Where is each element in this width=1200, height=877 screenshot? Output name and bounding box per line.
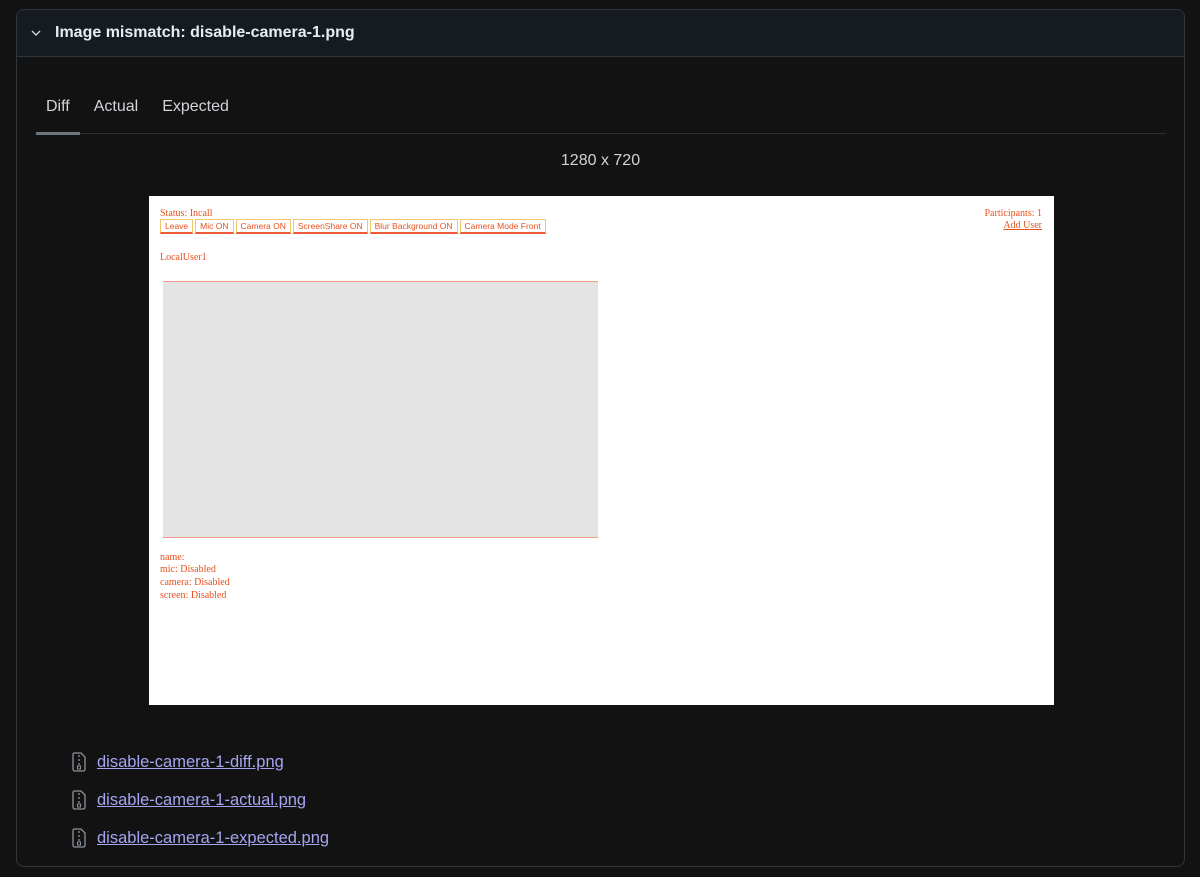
chevron-down-icon[interactable]	[29, 26, 43, 40]
blur-background-button: Blur Background ON	[369, 219, 458, 234]
panel-title: Image mismatch: disable-camera-1.png	[55, 24, 355, 41]
video-placeholder	[163, 281, 598, 538]
attachment-item: disable-camera-1-diff.png	[71, 743, 329, 781]
file-zip-icon	[71, 790, 87, 810]
info-mic: mic: Disabled	[160, 564, 216, 575]
participants-count: Participants: 1	[984, 208, 1043, 219]
info-screen: screen: Disabled	[160, 590, 227, 601]
diff-image: Status: Incall Leave Mic ON Camera ON Sc…	[149, 196, 1054, 705]
tab-expected[interactable]: Expected	[152, 88, 239, 134]
attachment-link-actual[interactable]: disable-camera-1-actual.png	[97, 791, 306, 810]
status-text: Status: Incall	[160, 208, 213, 219]
camera-mode-button: Camera Mode Front	[459, 219, 546, 234]
info-name: name:	[160, 552, 185, 563]
add-user-link: Add User	[1003, 220, 1042, 231]
tab-diff[interactable]: Diff	[36, 88, 80, 135]
control-buttons: Leave Mic ON Camera ON ScreenShare ON Bl…	[160, 219, 548, 234]
camera-button: Camera ON	[235, 219, 291, 234]
mic-button: Mic ON	[195, 219, 234, 234]
file-zip-icon	[71, 828, 87, 848]
attachment-list: disable-camera-1-diff.png disable-camera…	[71, 743, 329, 857]
attachment-link-diff[interactable]: disable-camera-1-diff.png	[97, 753, 284, 772]
tab-actual[interactable]: Actual	[84, 88, 148, 134]
tab-bar: Diff Actual Expected	[36, 88, 1166, 135]
leave-button: Leave	[160, 219, 194, 234]
attachment-item: disable-camera-1-actual.png	[71, 781, 329, 819]
info-camera: camera: Disabled	[160, 577, 230, 588]
panel-header[interactable]: Image mismatch: disable-camera-1.png	[17, 10, 1184, 57]
local-user-label: LocalUser1	[160, 252, 207, 263]
screenshare-button: ScreenShare ON	[292, 219, 368, 234]
image-dimensions: 1280 x 720	[560, 152, 641, 169]
attachment-link-expected[interactable]: disable-camera-1-expected.png	[97, 829, 329, 848]
file-zip-icon	[71, 752, 87, 772]
attachment-item: disable-camera-1-expected.png	[71, 819, 329, 857]
image-mismatch-panel: Image mismatch: disable-camera-1.png Dif…	[16, 9, 1185, 867]
